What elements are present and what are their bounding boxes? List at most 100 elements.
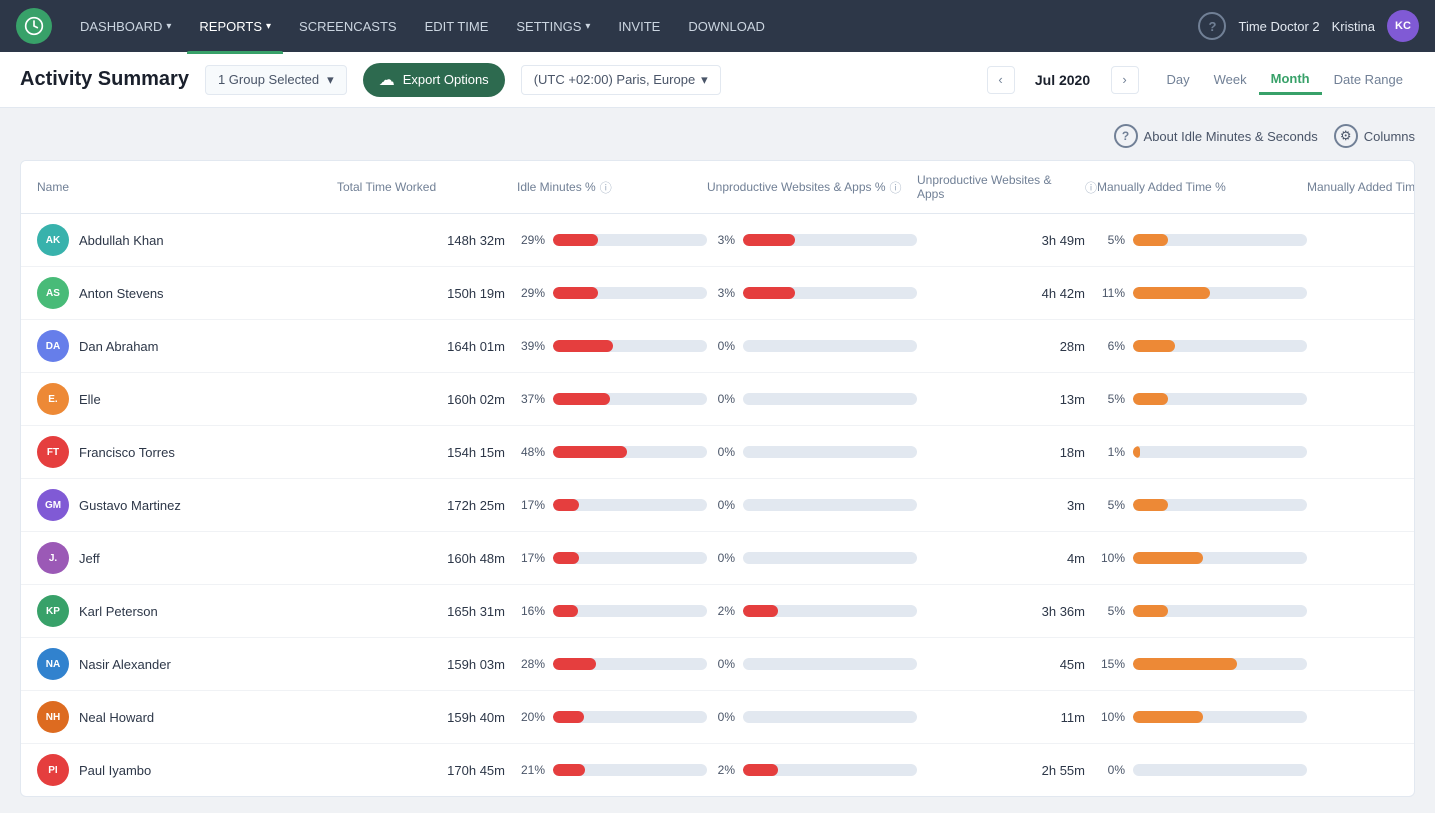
unprod-pct-label: 2% xyxy=(707,604,735,618)
table-row[interactable]: GM Gustavo Martinez 172h 25m 17% 0% 3m 5… xyxy=(21,479,1414,532)
unprod-time-value: 2h 55m xyxy=(917,763,1097,778)
idle-bar-track xyxy=(553,287,707,299)
nav-dashboard[interactable]: DASHBOARD ▾ xyxy=(68,13,183,40)
table-row[interactable]: NH Neal Howard 159h 40m 20% 0% 11m 10% 1… xyxy=(21,691,1414,744)
idle-bar-fill xyxy=(553,764,585,776)
next-date-button[interactable]: › xyxy=(1111,66,1139,94)
user-name-label: Jeff xyxy=(79,551,100,566)
col-unprod-time: Unproductive Websites & Apps ⓘ xyxy=(917,173,1097,201)
manual-bar-track xyxy=(1133,711,1307,723)
sub-header: Activity Summary 1 Group Selected ▾ ☁ Ex… xyxy=(0,52,1435,108)
manual-bar-fill xyxy=(1133,605,1168,617)
manual-pct-label: 5% xyxy=(1097,392,1125,406)
unprod-pct-label: 2% xyxy=(707,763,735,777)
unprod-time-value: 4m xyxy=(917,551,1097,566)
unprod-bar-cell: 0% xyxy=(707,498,917,512)
unprod-bar-track xyxy=(743,340,917,352)
user-name-label: Gustavo Martinez xyxy=(79,498,181,513)
unprod-bar-cell: 2% xyxy=(707,604,917,618)
manual-bar-fill xyxy=(1133,711,1203,723)
unprod-bar-track xyxy=(743,446,917,458)
nav-screencasts[interactable]: SCREENCASTS xyxy=(287,13,409,40)
tab-month[interactable]: Month xyxy=(1259,65,1322,95)
idle-bar-track xyxy=(553,340,707,352)
total-time-value: 160h 48m xyxy=(337,551,517,566)
table-row[interactable]: KP Karl Peterson 165h 31m 16% 2% 3h 36m … xyxy=(21,585,1414,638)
chevron-down-icon: ▾ xyxy=(166,21,171,32)
tab-date-range[interactable]: Date Range xyxy=(1322,66,1415,93)
table-row[interactable]: AS Anton Stevens 150h 19m 29% 3% 4h 42m … xyxy=(21,267,1414,320)
manual-bar-track xyxy=(1133,552,1307,564)
prev-date-button[interactable]: ‹ xyxy=(987,66,1015,94)
columns-button[interactable]: ⚙ Columns xyxy=(1334,124,1415,148)
idle-bar-track xyxy=(553,605,707,617)
user-avatar[interactable]: KC xyxy=(1387,10,1419,42)
user-cell: KP Karl Peterson xyxy=(37,595,337,627)
idle-pct-label: 17% xyxy=(517,551,545,565)
user-name-label: Paul Iyambo xyxy=(79,763,151,778)
manual-bar-fill xyxy=(1133,499,1168,511)
cloud-icon: ☁ xyxy=(379,70,395,90)
manual-bar-cell: 5% xyxy=(1097,604,1307,618)
manual-time-value: 9h 51m xyxy=(1307,339,1415,354)
idle-bar-fill xyxy=(553,393,610,405)
idle-bar-track xyxy=(553,658,707,670)
idle-bar-track xyxy=(553,393,707,405)
user-name-label: Dan Abraham xyxy=(79,339,159,354)
manual-bar-cell: 0% xyxy=(1097,763,1307,777)
timezone-selector[interactable]: (UTC +02:00) Paris, Europe ▾ xyxy=(521,65,721,95)
manual-bar-cell: 5% xyxy=(1097,498,1307,512)
idle-bar-fill xyxy=(553,446,627,458)
info-icon[interactable]: ⓘ xyxy=(1085,179,1097,196)
unprod-time-value: 3h 36m xyxy=(917,604,1097,619)
avatar: E. xyxy=(37,383,69,415)
unprod-pct-label: 0% xyxy=(707,498,735,512)
help-icon[interactable]: ? xyxy=(1198,12,1226,40)
tab-day[interactable]: Day xyxy=(1155,66,1202,93)
idle-bar-track xyxy=(553,764,707,776)
unprod-bar-cell: 0% xyxy=(707,710,917,724)
page-title: Activity Summary xyxy=(20,68,189,91)
unprod-time-value: 4h 42m xyxy=(917,286,1097,301)
unprod-bar-cell: 3% xyxy=(707,233,917,247)
gear-icon: ⚙ xyxy=(1334,124,1358,148)
app-logo[interactable] xyxy=(16,8,52,44)
user-name-label: Nasir Alexander xyxy=(79,657,171,672)
unprod-bar-cell: 0% xyxy=(707,657,917,671)
total-time-value: 148h 32m xyxy=(337,233,517,248)
idle-bar-cell: 17% xyxy=(517,551,707,565)
table-row[interactable]: PI Paul Iyambo 170h 45m 21% 2% 2h 55m 0%… xyxy=(21,744,1414,796)
export-button[interactable]: ☁ Export Options xyxy=(363,63,505,97)
table-header: Name Total Time Worked Idle Minutes % ⓘ … xyxy=(21,161,1414,214)
manual-bar-fill xyxy=(1133,658,1237,670)
table-row[interactable]: E. Elle 160h 02m 37% 0% 13m 5% 8h 00m xyxy=(21,373,1414,426)
idle-pct-label: 37% xyxy=(517,392,545,406)
info-icon[interactable]: ⓘ xyxy=(890,179,902,196)
table-row[interactable]: J. Jeff 160h 48m 17% 0% 4m 10% 16h 52m xyxy=(21,532,1414,585)
table-row[interactable]: AK Abdullah Khan 148h 32m 29% 3% 3h 49m … xyxy=(21,214,1414,267)
manual-bar-fill xyxy=(1133,393,1168,405)
avatar: J. xyxy=(37,542,69,574)
nav-edit-time[interactable]: EDIT TIME xyxy=(413,13,501,40)
group-selector[interactable]: 1 Group Selected ▾ xyxy=(205,65,347,95)
table-row[interactable]: NA Nasir Alexander 159h 03m 28% 0% 45m 1… xyxy=(21,638,1414,691)
manual-pct-label: 6% xyxy=(1097,339,1125,353)
nav-reports[interactable]: REPORTS ▾ xyxy=(187,13,283,40)
manual-bar-track xyxy=(1133,287,1307,299)
nav-invite[interactable]: INVITE xyxy=(606,13,672,40)
unprod-pct-label: 0% xyxy=(707,392,735,406)
info-icon[interactable]: ⓘ xyxy=(600,179,612,196)
idle-bar-fill xyxy=(553,711,584,723)
manual-bar-track xyxy=(1133,658,1307,670)
table-row[interactable]: FT Francisco Torres 154h 15m 48% 0% 18m … xyxy=(21,426,1414,479)
date-label: Jul 2020 xyxy=(1023,72,1103,88)
tab-week[interactable]: Week xyxy=(1202,66,1259,93)
idle-bar-cell: 29% xyxy=(517,233,707,247)
about-idle-button[interactable]: ? About Idle Minutes & Seconds xyxy=(1114,124,1318,148)
manual-bar-track xyxy=(1133,499,1307,511)
table-row[interactable]: DA Dan Abraham 164h 01m 39% 0% 28m 6% 9h… xyxy=(21,320,1414,373)
manual-bar-fill xyxy=(1133,552,1203,564)
nav-download[interactable]: DOWNLOAD xyxy=(676,13,777,40)
nav-settings[interactable]: SETTINGS ▾ xyxy=(504,13,602,40)
idle-bar-cell: 39% xyxy=(517,339,707,353)
